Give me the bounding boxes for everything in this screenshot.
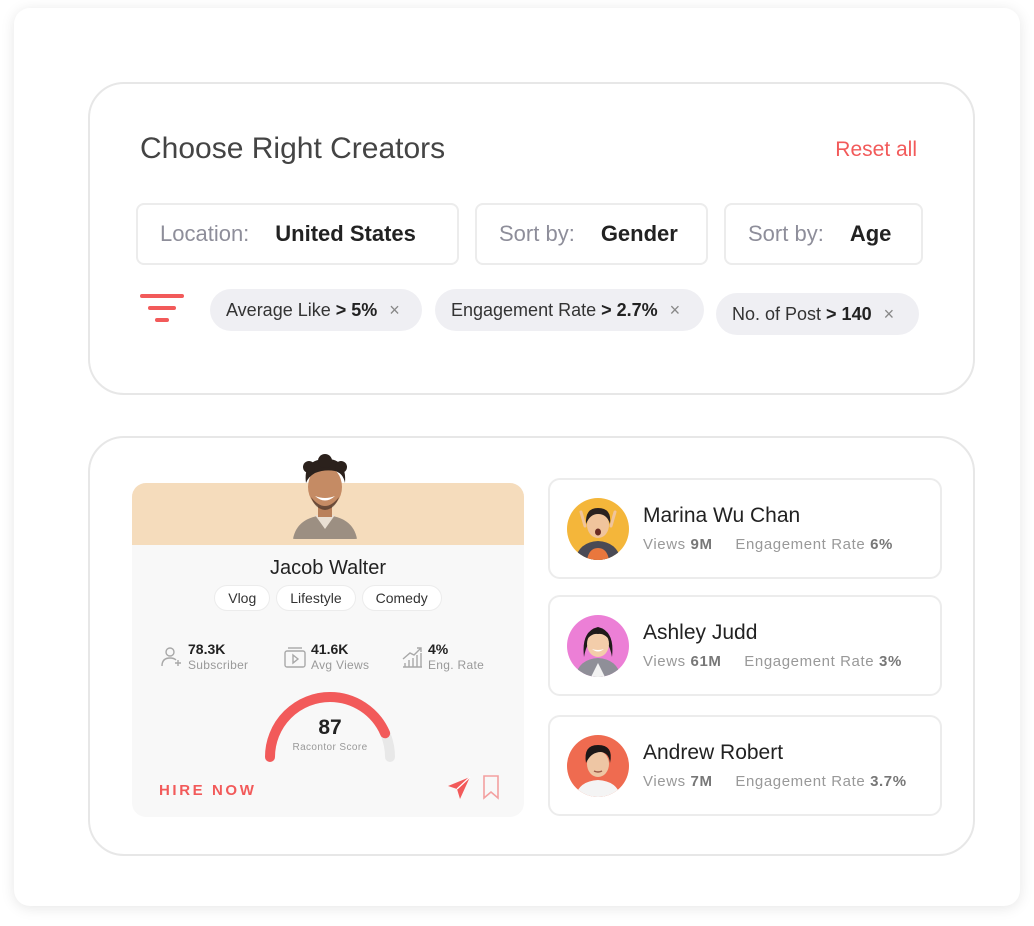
- close-icon[interactable]: ×: [670, 300, 681, 321]
- stat-value: 41.6K: [311, 641, 349, 657]
- panel-title: Choose Right Creators: [140, 132, 446, 165]
- views-label: Views: [643, 653, 686, 670]
- chip-label: No. of Post: [732, 303, 822, 324]
- featured-avatar: [293, 454, 357, 539]
- sort-label: Sort by:: [748, 221, 824, 246]
- engagement-label: Engagement Rate: [735, 773, 866, 790]
- views-label: Views: [643, 536, 686, 553]
- stat-value: 4%: [428, 641, 449, 657]
- score-value: 87: [318, 716, 342, 739]
- engagement-label: Engagement Rate: [735, 536, 866, 553]
- filter-chip-average-like: Average Like > 5% ×: [210, 289, 422, 331]
- chip-value: > 140: [826, 303, 872, 324]
- chip-label: Average Like: [226, 299, 331, 320]
- chip-value: > 2.7%: [601, 299, 658, 320]
- send-icon[interactable]: [446, 775, 472, 801]
- avatar: [567, 615, 629, 677]
- creator-name: Ashley Judd: [643, 621, 758, 644]
- views-value: 7M: [690, 773, 713, 790]
- sort-value: Gender: [600, 221, 678, 246]
- featured-creator-card: Jacob Walter Vlog Lifestyle Comedy 78.3K…: [132, 454, 524, 817]
- location-select[interactable]: Location: United States: [136, 203, 459, 265]
- stat-label: Subscriber: [188, 658, 249, 672]
- bookmark-icon[interactable]: [482, 774, 500, 800]
- location-value: United States: [275, 221, 416, 246]
- creator-metrics: Views 7M Engagement Rate 3.7%: [643, 773, 907, 790]
- creator-metrics: Views 9M Engagement Rate 6%: [643, 536, 893, 553]
- hire-now-button[interactable]: HIRE NOW: [159, 782, 256, 799]
- chip-value: > 5%: [335, 299, 378, 320]
- engagement-value: 6%: [870, 536, 893, 553]
- creator-row[interactable]: Marina Wu Chan Views 9M Engagement Rate …: [548, 478, 942, 579]
- creator-name: Andrew Robert: [643, 741, 784, 764]
- creator-metrics: Views 61M Engagement Rate 3%: [643, 653, 902, 670]
- filter-funnel-icon[interactable]: [140, 294, 186, 326]
- creator-row[interactable]: Ashley Judd Views 61M Engagement Rate 3%: [548, 595, 942, 696]
- user-add-icon: [161, 647, 181, 667]
- close-icon[interactable]: ×: [884, 304, 895, 325]
- engagement-value: 3.7%: [870, 773, 907, 790]
- engagement-label: Engagement Rate: [744, 653, 875, 670]
- stat-label: Eng. Rate: [428, 658, 485, 672]
- creators-panel: Jacob Walter Vlog Lifestyle Comedy 78.3K…: [88, 436, 975, 856]
- sort-age-select[interactable]: Sort by: Age: [724, 203, 923, 265]
- video-play-icon: [284, 647, 306, 668]
- close-icon[interactable]: ×: [389, 300, 400, 321]
- creator-finder-card: Choose Right Creators Reset all Location…: [14, 8, 1020, 906]
- stat-subscribers: 78.3K Subscriber: [160, 641, 248, 673]
- stat-avg-views: 41.6K Avg Views: [283, 641, 369, 673]
- reset-all-link[interactable]: Reset all: [835, 138, 917, 162]
- chip-label: Engagement Rate: [451, 299, 597, 320]
- filter-chip-no-of-post: No. of Post > 140 ×: [716, 293, 919, 335]
- filter-panel: Choose Right Creators Reset all Location…: [88, 82, 975, 395]
- avatar: [567, 735, 629, 797]
- growth-chart-icon: [402, 647, 422, 668]
- sort-value: Age: [849, 221, 892, 246]
- tag-vlog[interactable]: Vlog: [214, 585, 271, 611]
- sort-label: Sort by:: [499, 221, 575, 246]
- sort-gender-select[interactable]: Sort by: Gender: [475, 203, 708, 265]
- views-label: Views: [643, 773, 686, 790]
- tag-lifestyle[interactable]: Lifestyle: [276, 585, 356, 611]
- tag-comedy[interactable]: Comedy: [361, 585, 442, 611]
- views-value: 61M: [690, 653, 722, 670]
- avatar: [567, 498, 629, 560]
- tag-list: Vlog Lifestyle Comedy: [132, 585, 524, 611]
- stat-eng-rate: 4% Eng. Rate: [400, 641, 484, 673]
- creator-name: Marina Wu Chan: [643, 504, 801, 527]
- featured-creator-name: Jacob Walter: [270, 557, 386, 579]
- stat-value: 78.3K: [188, 641, 226, 657]
- stat-label: Avg Views: [311, 658, 370, 672]
- score-label: Racontor Score: [292, 742, 368, 753]
- filter-chip-engagement-rate: Engagement Rate > 2.7% ×: [435, 289, 704, 331]
- views-value: 9M: [690, 536, 713, 553]
- creator-row[interactable]: Andrew Robert Views 7M Engagement Rate 3…: [548, 715, 942, 816]
- location-label: Location:: [160, 221, 250, 246]
- engagement-value: 3%: [879, 653, 902, 670]
